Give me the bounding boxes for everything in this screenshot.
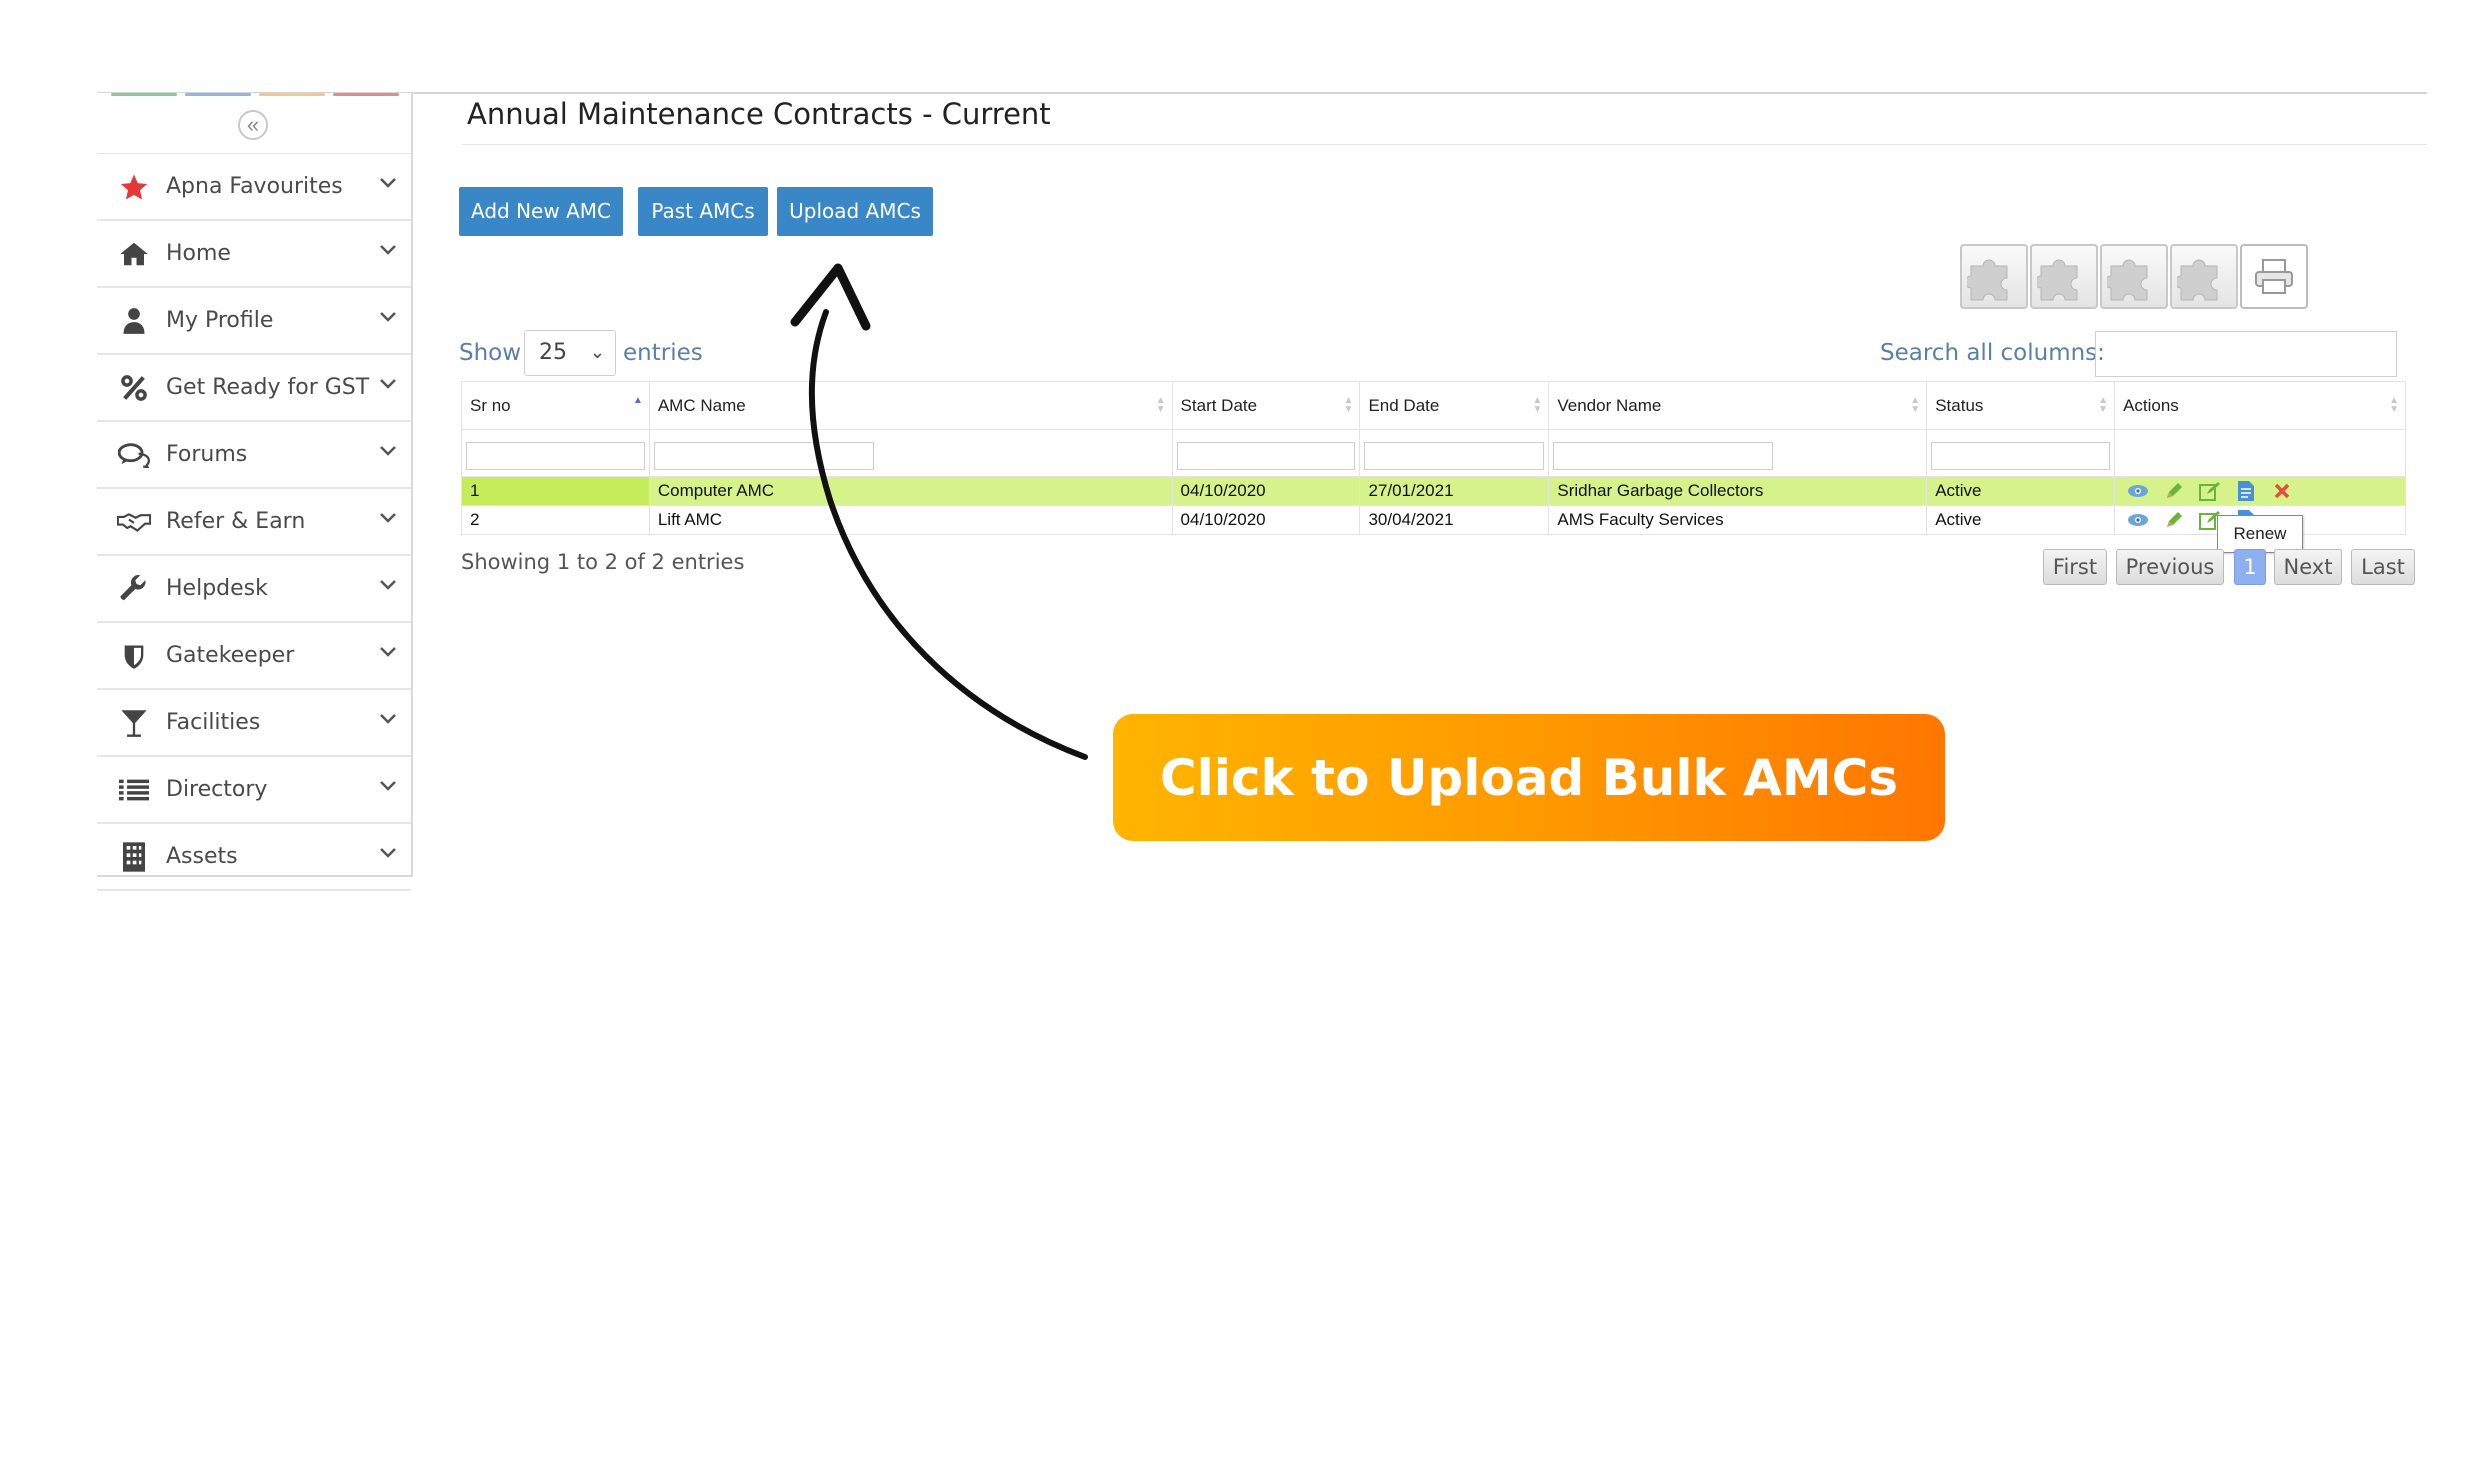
upload-bulk-amcs-callout: Click to Upload Bulk AMCs xyxy=(1113,714,1945,841)
